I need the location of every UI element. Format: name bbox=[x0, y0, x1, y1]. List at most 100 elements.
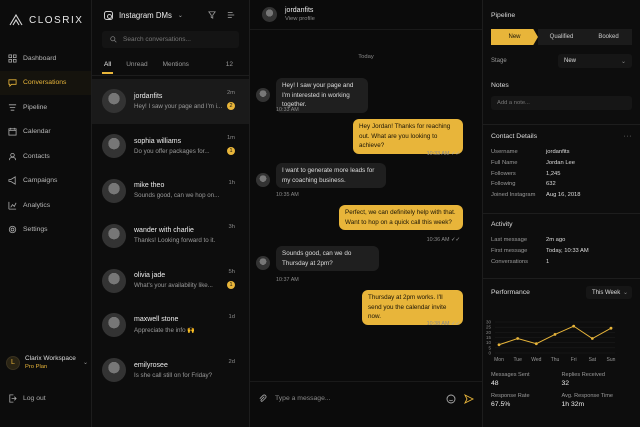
search-input[interactable]: Search conversations... bbox=[102, 31, 239, 48]
detail-row: Conversations 1 bbox=[491, 256, 632, 267]
conversation-item[interactable]: wander with charlie Thanks! Looking forw… bbox=[92, 213, 249, 258]
sort-icon[interactable] bbox=[227, 11, 235, 19]
incoming-message: I want to generate more leads for my coa… bbox=[276, 163, 386, 189]
workspace-avatar: L bbox=[6, 355, 20, 370]
conversation-item[interactable]: maxwell stone Appreciate the info 🙌 1d bbox=[92, 303, 249, 348]
message-time: 10:36 AM ✓✓ bbox=[426, 237, 460, 243]
search-placeholder: Search conversations... bbox=[123, 36, 191, 43]
logo[interactable]: CLOSRIX bbox=[0, 0, 91, 40]
emoji-icon[interactable] bbox=[446, 394, 456, 404]
conversation-time: 1m bbox=[226, 134, 235, 141]
stat: Replies Received 32 bbox=[562, 372, 633, 387]
nav-item-label: Analytics bbox=[23, 201, 51, 209]
detail-row: Last message 2m ago bbox=[491, 235, 632, 246]
conversation-item[interactable]: jordanfits Hey! I saw your page and I'm … bbox=[92, 79, 249, 124]
section-title: Pipeline bbox=[491, 12, 516, 19]
detail-value: 2m ago bbox=[546, 237, 566, 244]
avatar bbox=[102, 268, 126, 293]
logout-label: Log out bbox=[23, 395, 46, 402]
data-point bbox=[572, 324, 576, 328]
notes-section: Notes Add a note... bbox=[491, 82, 632, 110]
tab-mentions[interactable]: Mentions bbox=[163, 61, 189, 68]
conversation-item[interactable]: emilyrosee Is she call still on for Frid… bbox=[92, 348, 249, 393]
message-time: 10:33 AM bbox=[276, 107, 299, 113]
stage-booked[interactable]: Booked bbox=[585, 29, 632, 45]
nav-item-contacts[interactable]: Contacts bbox=[0, 144, 91, 169]
avatar[interactable] bbox=[262, 7, 277, 22]
nav-item-campaigns[interactable]: Campaigns bbox=[0, 169, 91, 194]
detail-row: First message Today, 10:33 AM bbox=[491, 246, 632, 257]
conversation-item[interactable]: olivia jade What's your availability lik… bbox=[92, 258, 249, 303]
avatar bbox=[102, 134, 126, 159]
stat-label: Messages Sent bbox=[491, 372, 530, 378]
conversation-time: 1h bbox=[228, 179, 235, 186]
message-time: 10:37 AM bbox=[276, 277, 299, 283]
stage-new[interactable]: New bbox=[491, 29, 538, 45]
conversation-item[interactable]: sophia williams Do you offer packages fo… bbox=[92, 124, 249, 169]
conversation-preview: Thanks! Looking forward to it. bbox=[134, 237, 216, 245]
chevron-down-icon[interactable]: ⌄ bbox=[178, 12, 183, 19]
conversation-list-panel: Instagram DMs ⌄ Search conversations... … bbox=[92, 0, 250, 427]
y-tick-label: 10 bbox=[486, 340, 492, 345]
nav-item-analytics[interactable]: Analytics bbox=[0, 193, 91, 218]
stage-select[interactable]: New ⌄ bbox=[558, 54, 632, 68]
nav-item-dashboard[interactable]: Dashboard bbox=[0, 46, 91, 71]
detail-key: Following bbox=[491, 181, 516, 188]
detail-value: 632 bbox=[546, 181, 556, 188]
outgoing-message: Thursday at 2pm works. I'll send you the… bbox=[362, 290, 463, 325]
chat-icon bbox=[8, 79, 17, 88]
divider bbox=[483, 124, 640, 125]
section-title: Notes bbox=[491, 82, 509, 89]
message-time: 10:38 AM ✓✓ bbox=[426, 321, 460, 327]
nav-item-pipeline[interactable]: Pipeline bbox=[0, 95, 91, 120]
tab-unread[interactable]: Unread bbox=[126, 61, 147, 68]
more-icon[interactable]: ··· bbox=[624, 133, 633, 140]
x-tick-label: Wed bbox=[531, 357, 541, 363]
detail-value: jordanfits bbox=[546, 149, 570, 156]
conversation-time: 2d bbox=[228, 358, 235, 365]
avatar bbox=[102, 223, 126, 248]
performance-section: Performance This Week ⌄ bbox=[491, 286, 632, 299]
tab-all[interactable]: All bbox=[101, 61, 114, 74]
logout-button[interactable]: Log out bbox=[8, 394, 46, 403]
view-profile-link[interactable]: View profile bbox=[285, 16, 315, 22]
detail-row: Username jordanfits bbox=[491, 147, 632, 158]
y-tick-label: 30 bbox=[486, 320, 492, 325]
message-input[interactable]: Type a message... bbox=[275, 395, 438, 402]
workspace-switcher[interactable]: L Clarix Workspace Pro Plan ⌄ bbox=[6, 355, 88, 370]
note-input[interactable]: Add a note... bbox=[491, 96, 632, 110]
outgoing-message: Perfect, we can definitely help with tha… bbox=[339, 205, 463, 231]
outgoing-message: Hey Jordan! Thanks for reaching out. Wha… bbox=[353, 119, 463, 154]
pipeline-icon bbox=[8, 104, 17, 111]
conversation-list: jordanfits Hey! I saw your page and I'm … bbox=[92, 79, 249, 393]
detail-value: Jordan Lee bbox=[546, 160, 576, 167]
data-point bbox=[590, 337, 594, 340]
day-separator: Today bbox=[358, 54, 374, 60]
x-tick-label: Fri bbox=[571, 357, 577, 363]
attachment-icon[interactable] bbox=[258, 394, 267, 403]
send-icon[interactable] bbox=[464, 393, 474, 404]
avatar bbox=[102, 89, 126, 114]
pipeline-stages: New Qualified Booked bbox=[491, 29, 632, 45]
range-select[interactable]: This Week ⌄ bbox=[586, 286, 632, 299]
conversation-preview: Hey! I saw your page and I'm i... bbox=[134, 102, 223, 110]
stage-qualified[interactable]: Qualified bbox=[538, 29, 585, 45]
nav-item-settings[interactable]: Settings bbox=[0, 218, 91, 243]
conversation-count: 12 bbox=[225, 60, 233, 68]
filter-icon[interactable] bbox=[208, 11, 216, 19]
y-tick-label: 5 bbox=[488, 345, 491, 350]
nav-item-conversations[interactable]: Conversations bbox=[0, 70, 91, 95]
search-icon bbox=[110, 36, 117, 43]
main-nav: Dashboard Conversations Pipeline Calenda… bbox=[0, 46, 91, 242]
divider bbox=[483, 278, 640, 279]
performance-chart: 051015202530 Mon Tue Wed Thu Fri Sat Sun bbox=[486, 320, 616, 364]
stat: Response Rate 67.5% bbox=[491, 393, 562, 408]
analytics-icon bbox=[8, 201, 17, 210]
nav-item-label: Calendar bbox=[23, 128, 51, 136]
divider bbox=[483, 213, 640, 214]
nav-item-calendar[interactable]: Calendar bbox=[0, 120, 91, 145]
conversation-item[interactable]: mike theo Sounds good, can we hop on... … bbox=[92, 169, 249, 214]
divider bbox=[92, 75, 249, 76]
inbox-title[interactable]: Instagram DMs bbox=[119, 11, 172, 20]
detail-row: Following 632 bbox=[491, 179, 632, 190]
